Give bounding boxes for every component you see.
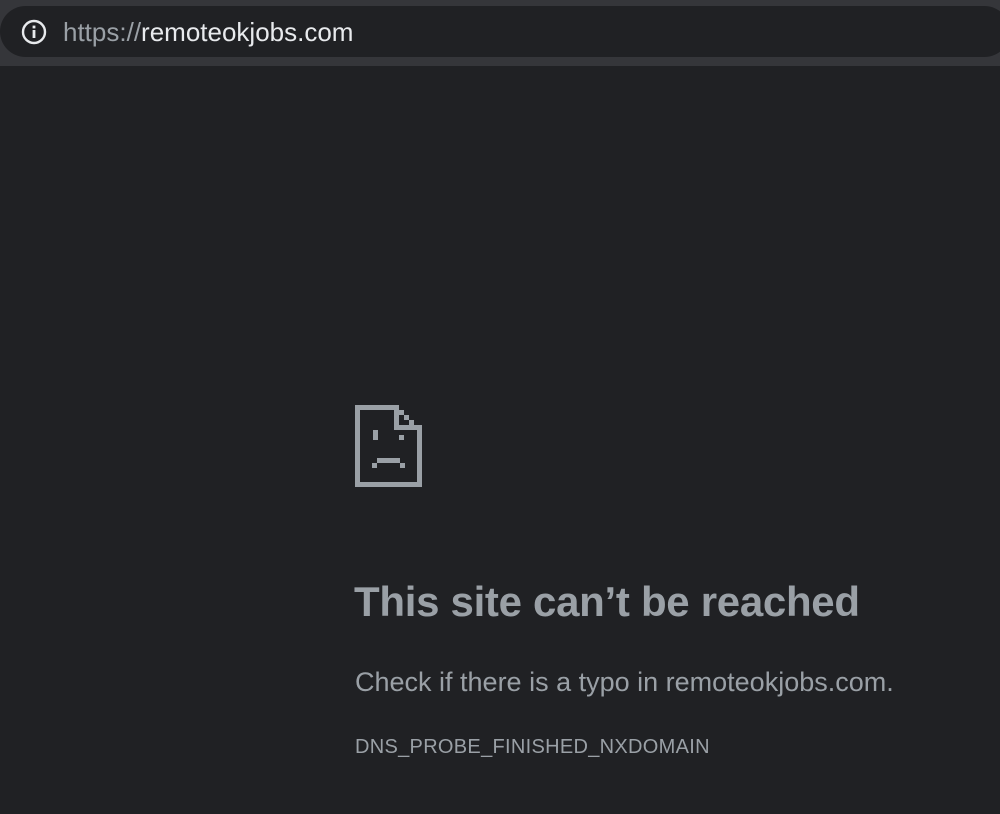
info-icon[interactable]: [21, 19, 47, 45]
error-description: Check if there is a typo in remoteokjobs…: [355, 667, 894, 697]
browser-window: https://remoteokjobs.com This site can’t…: [0, 0, 1000, 814]
url-host: remoteokjobs.com: [141, 17, 354, 47]
url-scheme: https://: [63, 17, 142, 47]
browser-toolbar: https://remoteokjobs.com: [0, 0, 1000, 66]
address-bar[interactable]: https://remoteokjobs.com: [0, 6, 1000, 57]
error-code: DNS_PROBE_FINISHED_NXDOMAIN: [355, 736, 710, 758]
error-title: This site can’t be reached: [354, 578, 860, 625]
sad-file-icon: [355, 405, 422, 487]
url-text[interactable]: https://remoteokjobs.com: [63, 18, 353, 46]
